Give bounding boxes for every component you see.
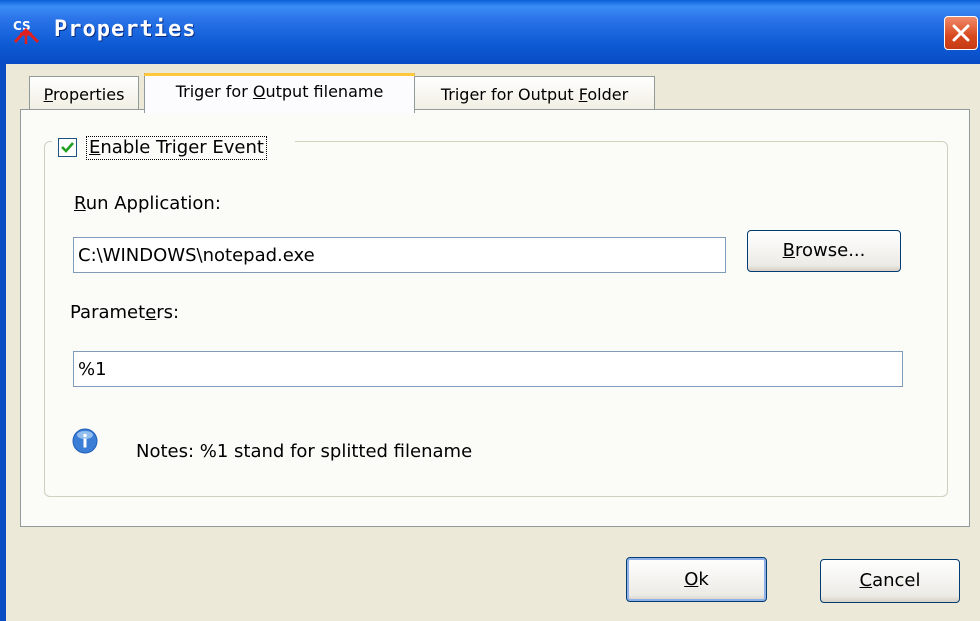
tab-triger-output-folder[interactable]: Triger for Output Folder: [414, 76, 655, 111]
properties-dialog: CS Properties Properties Triger for Outp…: [0, 0, 980, 621]
cancel-button-label: Cancel: [859, 570, 921, 591]
enable-trigger-label[interactable]: Enable Triger Event: [86, 136, 267, 160]
enable-trigger-checkbox[interactable]: [58, 138, 77, 157]
tab-properties[interactable]: Properties: [29, 76, 139, 111]
browse-button[interactable]: Browse...: [747, 230, 901, 272]
checkmark-icon: [61, 142, 74, 153]
window-title: Properties: [54, 17, 197, 42]
split-app-icon: CS: [13, 19, 40, 44]
browse-button-label: Browse...: [782, 240, 866, 261]
tab-triger-output-filename[interactable]: Triger for Output filename: [144, 73, 415, 113]
ok-button-label: Ok: [684, 569, 709, 590]
cancel-button[interactable]: Cancel: [820, 559, 960, 603]
ok-button[interactable]: Ok: [626, 557, 767, 602]
notes-text: Notes: %1 stand for splitted filename: [136, 441, 473, 462]
close-icon: [952, 24, 970, 42]
close-button[interactable]: [944, 16, 978, 50]
title-bar[interactable]: CS Properties: [0, 0, 980, 64]
run-application-input[interactable]: C:\WINDOWS\notepad.exe: [73, 237, 726, 273]
tab-triger-output-filename-label: Triger for Output filename: [175, 82, 384, 101]
info-icon: [72, 428, 98, 454]
run-application-label: Run Application:: [74, 193, 221, 214]
parameters-label: Parameters:: [70, 302, 180, 323]
parameters-input[interactable]: %1: [73, 351, 903, 387]
window-left-border: [0, 64, 6, 621]
tab-properties-label: Properties: [43, 85, 125, 104]
tab-triger-output-folder-label: Triger for Output Folder: [440, 85, 629, 104]
